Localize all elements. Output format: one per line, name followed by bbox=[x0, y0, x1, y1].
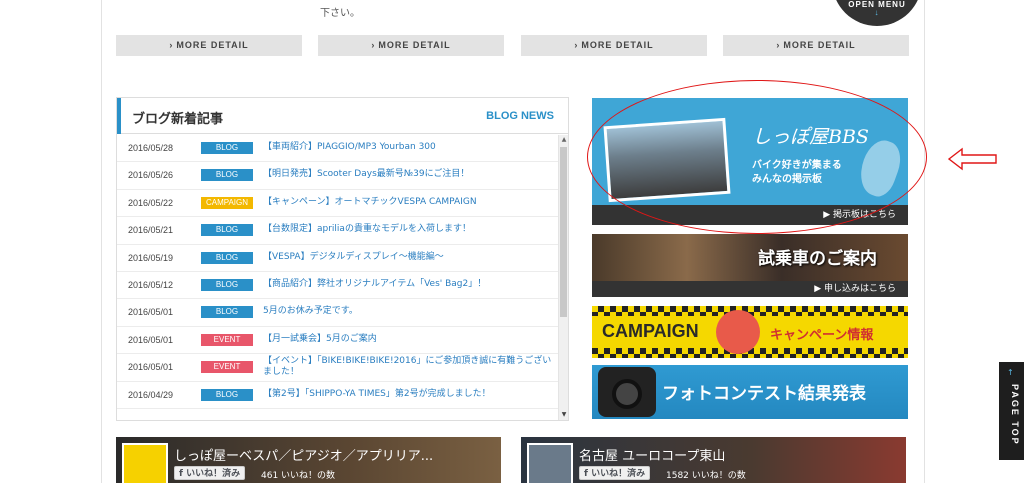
blog-row[interactable]: 2016/04/29 BLOG 【第2号】「SHIPPO-YA TIMES」第2号が… bbox=[117, 382, 558, 409]
blog-post-link[interactable]: 5月のお休み予定です。 bbox=[263, 306, 558, 317]
blog-header: ブログ新着記事 BLOG NEWS bbox=[117, 98, 568, 134]
campaign-title-en: CAMPAIGN bbox=[602, 321, 699, 341]
category-badge: BLOG bbox=[201, 224, 253, 237]
facebook-page-widget[interactable]: 名古屋 ユーロコープ東山 f いいね！済み 1582 いいね！の数 bbox=[521, 437, 906, 483]
test-ride-link[interactable]: ▶ 申し込みはこちら bbox=[592, 281, 908, 297]
blog-row[interactable]: 2016/05/01 EVENT 【イベント】「BIKE!BIKE!BIKE!201… bbox=[117, 354, 558, 382]
avatar[interactable] bbox=[527, 443, 573, 483]
blog-date: 2016/05/21 bbox=[128, 225, 174, 236]
shop-photo bbox=[603, 117, 731, 203]
like-button[interactable]: f いいね！済み bbox=[579, 466, 651, 480]
blog-post-link[interactable]: 【第2号】「SHIPPO-YA TIMES」第2号が完成しました！ bbox=[263, 389, 558, 400]
bbs-banner[interactable]: しっぽ屋BBS バイク好きが集まる みんなの掲示板 ▶ 掲示板はこちら bbox=[592, 98, 908, 225]
category-badge: BLOG bbox=[201, 169, 253, 182]
blog-row[interactable]: 2016/05/28 BLOG 【車両紹介】PIAGGIO/MP3 Yourban … bbox=[117, 135, 558, 163]
annotation-arrow-left-icon bbox=[948, 147, 997, 171]
photo-contest-banner[interactable]: フォトコンテスト結果発表 bbox=[592, 365, 908, 419]
page: 下さい。 › MORE DETAIL › MORE DETAIL › MORE DET… bbox=[0, 0, 1024, 483]
category-badge: EVENT bbox=[201, 361, 253, 374]
category-badge: BLOG bbox=[201, 251, 253, 264]
blog-list: 2016/05/28 BLOG 【車両紹介】PIAGGIO/MP3 Yourban … bbox=[117, 135, 558, 420]
chevron-right-icon: › bbox=[371, 40, 376, 50]
facebook-icon: f bbox=[584, 469, 592, 479]
bbs-title: しっぽ屋BBS bbox=[752, 126, 869, 148]
blog-date: 2016/05/19 bbox=[128, 252, 174, 263]
arrow-down-icon: ↓ bbox=[874, 8, 880, 17]
campaign-banner[interactable]: CAMPAIGN キャンペーン情報 bbox=[592, 306, 908, 358]
more-detail-button[interactable]: › MORE DETAIL bbox=[521, 35, 707, 56]
like-count: 461 いいね！の数 bbox=[261, 471, 336, 481]
blog-post-link[interactable]: 【キャンペーン】オートマチックVESPA CAMPAIGN bbox=[263, 197, 558, 208]
blog-post-link[interactable]: 【月一試乗会】5月のご案内 bbox=[263, 334, 558, 345]
category-badge: BLOG bbox=[201, 388, 253, 401]
blog-date: 2016/05/28 bbox=[128, 143, 174, 153]
blog-title-en[interactable]: BLOG NEWS bbox=[486, 110, 554, 122]
like-button[interactable]: f いいね！済み bbox=[174, 466, 246, 480]
blog-row[interactable]: 2016/05/01 EVENT 【月一試乗会】5月のご案内 bbox=[117, 327, 558, 355]
page-top-button[interactable]: ↑ PAGE TOP bbox=[999, 362, 1024, 460]
blog-date: 2016/05/01 bbox=[128, 307, 174, 318]
more-detail-button[interactable]: › MORE DETAIL bbox=[116, 35, 302, 56]
photo-contest-title: フォトコンテスト結果発表 bbox=[662, 384, 866, 404]
more-detail-button[interactable]: › MORE DETAIL bbox=[723, 35, 909, 56]
blog-title: ブログ新着記事 bbox=[132, 112, 224, 127]
blog-date: 2016/04/29 bbox=[128, 389, 174, 400]
scroll-down-icon[interactable]: ▼ bbox=[559, 410, 569, 420]
scroll-thumb[interactable] bbox=[560, 147, 567, 317]
campaign-title-jp: キャンペーン情報 bbox=[770, 328, 874, 343]
category-badge: BLOG bbox=[201, 306, 253, 319]
blog-post-link[interactable]: 【明日発売】Scooter Days最新号№39にご注目！ bbox=[263, 169, 558, 180]
chevron-right-icon: › bbox=[776, 40, 781, 50]
category-badge: EVENT bbox=[201, 333, 253, 346]
blog-row[interactable]: 2016/05/12 BLOG 【商品紹介】弊社オリジナルアイテム「Ves' Bag… bbox=[117, 272, 558, 300]
dancer-icon bbox=[716, 310, 760, 354]
like-count: 1582 いいね！の数 bbox=[666, 471, 746, 481]
category-badge: BLOG bbox=[201, 142, 253, 154]
scroll-up-icon[interactable]: ▲ bbox=[559, 135, 569, 145]
test-ride-title: 試乗車のご案内 bbox=[758, 249, 877, 269]
blog-post-link[interactable]: 【台数限定】apriliaの貴重なモデルを入荷します！ bbox=[263, 224, 558, 235]
blog-post-link[interactable]: 【イベント】「BIKE!BIKE!BIKE!2016」にご参加頂き誠に有難うござ… bbox=[263, 356, 558, 378]
blog-row[interactable]: 2016/05/19 BLOG 【VESPA】デジタルディスプレイ〜機能編〜 bbox=[117, 245, 558, 272]
header-accent-bar bbox=[117, 98, 121, 134]
camera-lens-icon bbox=[612, 379, 642, 409]
blog-date: 2016/05/01 bbox=[128, 362, 174, 373]
bbs-subtitle-2: みんなの掲示板 bbox=[752, 174, 822, 185]
page-top-label: PAGE TOP bbox=[1010, 384, 1020, 446]
blog-post-link[interactable]: 【車両紹介】PIAGGIO/MP3 Yourban 300 bbox=[263, 142, 558, 153]
top-card-text: 下さい。 bbox=[320, 8, 360, 19]
avatar[interactable] bbox=[122, 443, 168, 483]
facebook-page-name[interactable]: 名古屋 ユーロコープ東山 bbox=[579, 445, 725, 464]
blog-date: 2016/05/12 bbox=[128, 279, 174, 290]
category-badge: CAMPAIGN bbox=[201, 196, 253, 209]
category-badge: BLOG bbox=[201, 278, 253, 291]
blog-date: 2016/05/26 bbox=[128, 170, 174, 181]
facebook-icon: f bbox=[179, 469, 187, 479]
blog-date: 2016/05/22 bbox=[128, 197, 174, 208]
test-ride-banner[interactable]: 試乗車のご案内 ▶ 申し込みはこちら bbox=[592, 234, 908, 297]
campaign-inner: CAMPAIGN キャンペーン情報 bbox=[592, 310, 908, 354]
blog-post-link[interactable]: 【VESPA】デジタルディスプレイ〜機能編〜 bbox=[263, 252, 558, 263]
bbs-link[interactable]: ▶ 掲示板はこちら bbox=[592, 205, 908, 225]
blog-date: 2016/05/01 bbox=[128, 334, 174, 345]
blog-scrollbar[interactable]: ▲ ▼ bbox=[558, 135, 568, 420]
chevron-right-icon: › bbox=[169, 40, 174, 50]
chevron-right-icon: › bbox=[574, 40, 579, 50]
facebook-page-widget[interactable]: しっぽ屋ーベスパ／ピアジオ／アプリリア... f いいね！済み 461 いいね！… bbox=[116, 437, 501, 483]
blog-row[interactable]: 2016/05/22 CAMPAIGN 【キャンペーン】オートマチックVESPA C… bbox=[117, 190, 558, 218]
blog-post-link[interactable]: 【商品紹介】弊社オリジナルアイテム「Ves' Bag2」！ bbox=[263, 279, 558, 290]
more-detail-button[interactable]: › MORE DETAIL bbox=[318, 35, 504, 56]
blog-row[interactable]: 2016/05/01 BLOG 5月のお休み予定です。 bbox=[117, 299, 558, 327]
blog-row[interactable]: 2016/05/21 BLOG 【台数限定】apriliaの貴重なモデルを入荷します… bbox=[117, 217, 558, 245]
facebook-page-name[interactable]: しっぽ屋ーベスパ／ピアジオ／アプリリア... bbox=[174, 445, 433, 464]
blog-news-panel: ブログ新着記事 BLOG NEWS 2016/05/28 BLOG 【車両紹介】PI… bbox=[116, 97, 569, 421]
bbs-subtitle: バイク好きが集まる bbox=[752, 160, 842, 171]
blog-row[interactable]: 2016/05/26 BLOG 【明日発売】Scooter Days最新号№39にご… bbox=[117, 162, 558, 190]
arrow-up-icon: ↑ bbox=[1007, 368, 1014, 377]
